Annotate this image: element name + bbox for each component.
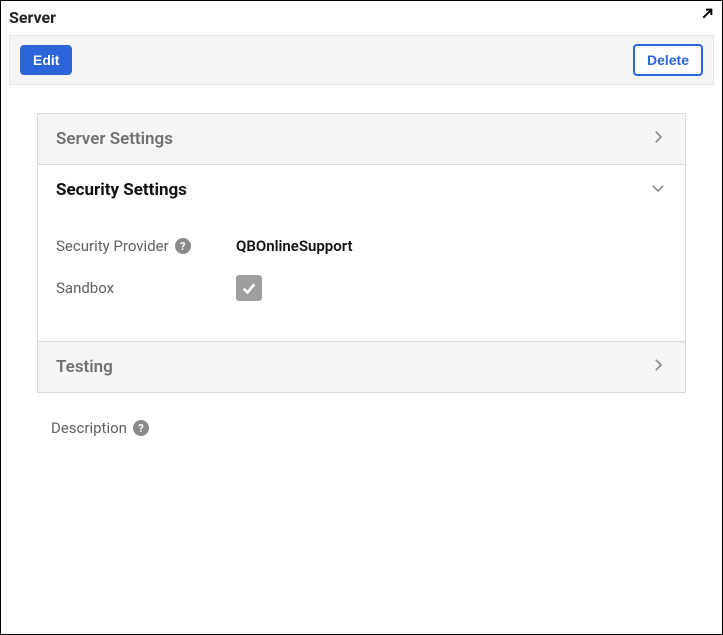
section-header-security-settings[interactable]: Security Settings <box>38 165 685 215</box>
delete-button[interactable]: Delete <box>633 44 703 76</box>
popout-icon[interactable] <box>698 7 714 27</box>
help-icon[interactable]: ? <box>175 238 191 254</box>
section-title: Server Settings <box>56 129 173 149</box>
help-icon[interactable]: ? <box>133 420 149 436</box>
field-security-provider: Security Provider ? QBOnlineSupport <box>56 227 667 265</box>
field-label-wrap: Sandbox <box>56 279 236 297</box>
section-server-settings: Server Settings <box>38 114 685 164</box>
sandbox-checkbox <box>236 275 262 301</box>
field-label-wrap: Security Provider ? <box>56 237 236 255</box>
chevron-right-icon <box>649 128 667 150</box>
section-title: Testing <box>56 357 113 377</box>
section-body-security-settings: Security Provider ? QBOnlineSupport Sand… <box>38 215 685 341</box>
chevron-right-icon <box>649 356 667 378</box>
field-value-security-provider: QBOnlineSupport <box>236 237 353 255</box>
toolbar: Edit Delete <box>9 35 714 85</box>
section-header-server-settings[interactable]: Server Settings <box>38 114 685 164</box>
description-field: Description ? <box>37 419 686 437</box>
edit-button[interactable]: Edit <box>20 45 72 75</box>
checkbox-checked-icon <box>236 275 262 301</box>
content-area: Server Settings Security Settings <box>1 85 722 437</box>
page-title: Server <box>9 8 56 27</box>
section-security-settings: Security Settings Security Provider ? QB… <box>38 164 685 341</box>
field-sandbox: Sandbox <box>56 265 667 311</box>
field-label: Sandbox <box>56 279 114 297</box>
field-label: Security Provider <box>56 237 169 255</box>
section-header-testing[interactable]: Testing <box>38 342 685 392</box>
description-label: Description <box>51 419 127 437</box>
section-title: Security Settings <box>56 180 187 200</box>
chevron-down-icon <box>649 179 667 201</box>
settings-accordion: Server Settings Security Settings <box>37 113 686 393</box>
panel-header: Server <box>1 1 722 31</box>
section-testing: Testing <box>38 341 685 392</box>
